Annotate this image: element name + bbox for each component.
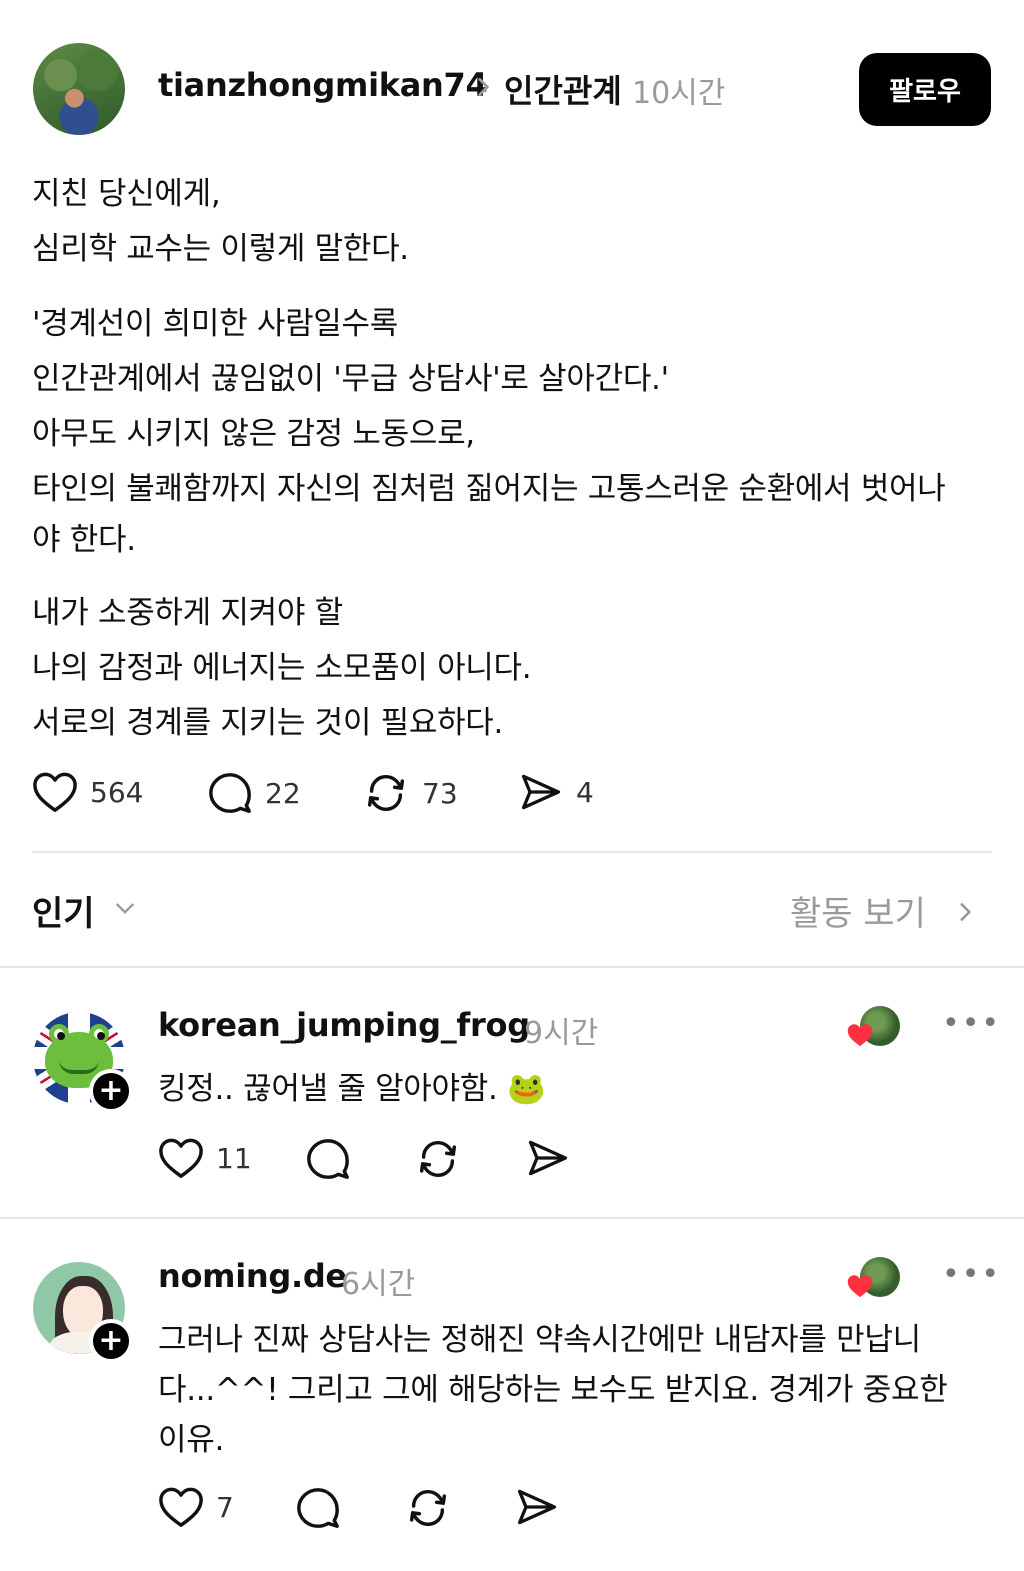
comment-bubble-icon	[307, 1139, 349, 1179]
comment-timestamp: 6시간	[341, 1267, 416, 1302]
comment-bubble-icon	[297, 1488, 339, 1528]
post-body-line: '경계선이 희미한 사람일수록	[32, 306, 398, 342]
heart-icon	[33, 772, 77, 812]
comment-repost-button[interactable]	[404, 1485, 452, 1531]
comment-text: 킹정.. 끊어낼 줄 알아야함. 🐸	[158, 1071, 546, 1107]
follow-plus-icon[interactable]: +	[89, 1319, 133, 1363]
repost-icon	[409, 1489, 447, 1527]
author-liked-indicator	[846, 1006, 900, 1047]
comment-text-line: 이유.	[158, 1422, 224, 1458]
comment-like-count: 11	[216, 1141, 252, 1175]
comment-text-line: 그러나 진짜 상담사는 정해진 약속시간에만 내담자를 만납니	[158, 1322, 921, 1358]
post-topic-tag[interactable]: 인간관계	[504, 66, 622, 112]
post-body-line: 지친 당신에게,	[32, 176, 221, 212]
reply-button[interactable]: 22	[207, 770, 301, 816]
follow-plus-icon[interactable]: +	[89, 1069, 133, 1113]
sort-dropdown-label[interactable]: 인기	[32, 886, 95, 935]
post-body-line: 심리학 교수는 이렇게 말한다.	[32, 231, 409, 267]
comment-text-line: 다...^^! 그리고 그에 해당하는 보수도 받지요. 경계가 중요한	[158, 1372, 948, 1408]
comment-reply-button[interactable]	[295, 1485, 341, 1531]
more-horizontal-icon[interactable]: •••	[942, 1006, 1001, 1041]
post-body-line: 아무도 시키지 않은 감정 노동으로,	[32, 416, 475, 452]
post-body-line: 내가 소중하게 지켜야 할	[32, 595, 343, 631]
divider	[0, 1217, 1024, 1219]
follow-button[interactable]: 팔로우	[859, 53, 991, 126]
share-count: 4	[576, 775, 594, 809]
comment-like-count: 7	[216, 1490, 234, 1524]
chevron-right-icon	[478, 78, 489, 96]
chevron-down-icon[interactable]	[110, 896, 140, 922]
heart-filled-icon	[847, 1275, 873, 1298]
comment-author-username[interactable]: korean_jumping_frog	[158, 1006, 530, 1044]
repost-icon	[419, 1140, 457, 1178]
comment-like-button[interactable]: 11	[158, 1136, 252, 1180]
send-icon	[521, 774, 561, 810]
share-button[interactable]: 4	[518, 770, 594, 814]
view-activity-link[interactable]: 활동 보기	[790, 886, 926, 935]
post-body-line: 타인의 불쾌함까지 자신의 짐처럼 짊어지는 고통스러운 순환에서 벗어나	[32, 471, 946, 507]
post-body-line: 서로의 경계를 지키는 것이 필요하다.	[32, 705, 504, 741]
post-author-avatar[interactable]	[33, 43, 125, 135]
repost-button[interactable]: 73	[362, 770, 458, 816]
divider	[0, 966, 1024, 968]
comment-bubble-icon	[209, 773, 251, 813]
reply-count: 22	[265, 776, 301, 810]
comment-like-button[interactable]: 7	[158, 1485, 234, 1529]
repost-icon	[367, 774, 405, 812]
more-horizontal-icon[interactable]: •••	[942, 1257, 1001, 1292]
send-icon	[517, 1489, 557, 1525]
comment-share-button[interactable]	[514, 1485, 560, 1529]
comment-repost-button[interactable]	[414, 1136, 462, 1182]
heart-filled-icon	[847, 1024, 873, 1047]
like-count: 564	[90, 775, 144, 809]
post-body-line: 인간관계에서 끊임없이 '무급 상담사'로 살아간다.'	[32, 361, 669, 397]
comment-reply-button[interactable]	[305, 1136, 351, 1182]
send-icon	[528, 1140, 568, 1176]
like-button[interactable]: 564	[32, 770, 143, 814]
author-liked-indicator	[846, 1257, 900, 1298]
heart-icon	[159, 1138, 203, 1178]
divider	[32, 851, 992, 853]
repost-count: 73	[422, 776, 458, 810]
comment-author-username[interactable]: noming.de	[158, 1257, 347, 1295]
post-body-line: 나의 감정과 에너지는 소모품이 아니다.	[32, 650, 532, 686]
comment-share-button[interactable]	[525, 1136, 571, 1180]
chevron-right-icon[interactable]	[952, 898, 978, 926]
post-timestamp: 10시간	[632, 76, 726, 111]
post-body-line: 야 한다.	[32, 522, 136, 558]
post-author-username[interactable]: tianzhongmikan74	[158, 66, 488, 104]
comment-timestamp: 9시간	[524, 1016, 599, 1051]
heart-icon	[159, 1487, 203, 1527]
